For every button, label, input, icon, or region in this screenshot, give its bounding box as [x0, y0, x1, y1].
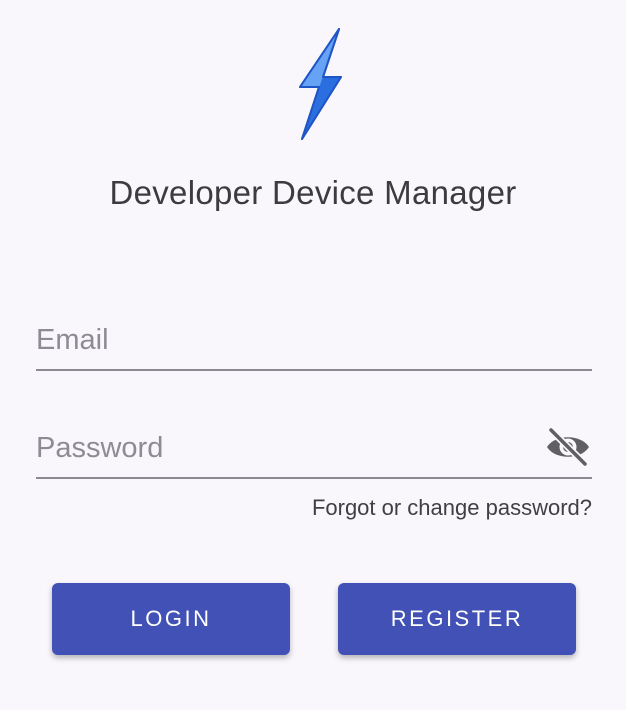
email-input[interactable] [36, 311, 536, 369]
register-button[interactable]: REGISTER [338, 583, 576, 655]
forgot-password-link[interactable]: Forgot or change password? [312, 495, 592, 521]
eye-off-icon[interactable] [544, 425, 592, 469]
password-field-container [36, 419, 592, 479]
page-title: Developer Device Manager [109, 174, 517, 211]
lightning-bolt-icon [299, 28, 342, 140]
email-field-container [36, 311, 592, 371]
password-input[interactable] [36, 419, 536, 477]
login-button[interactable]: LOGIN [52, 583, 290, 655]
